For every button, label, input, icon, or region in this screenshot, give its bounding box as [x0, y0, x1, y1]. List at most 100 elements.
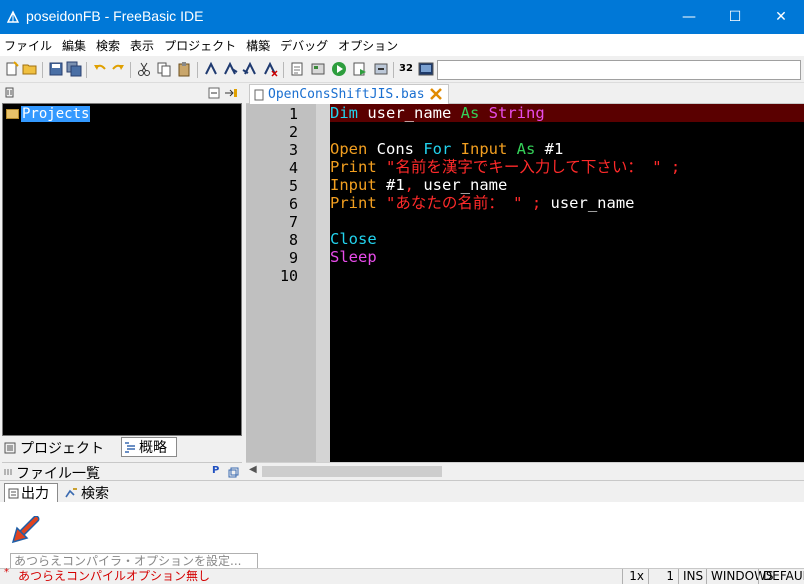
cut-icon[interactable]	[136, 61, 152, 77]
menu-options[interactable]: オプション	[338, 37, 398, 54]
line-number: 9	[288, 249, 298, 267]
menu-edit[interactable]: 編集	[62, 37, 86, 54]
editor-tab-filename: OpenConsShiftJIS.bas	[268, 87, 425, 102]
status-eol: WINDOWS	[706, 569, 774, 584]
editor-tab[interactable]: OpenConsShiftJIS.bas	[249, 84, 449, 104]
code-token: Sleep	[330, 248, 377, 266]
menu-view[interactable]: 表示	[130, 37, 154, 54]
scrollbar-thumb[interactable]	[262, 466, 442, 477]
console-icon[interactable]	[418, 61, 434, 77]
line-number: 6	[288, 195, 298, 213]
compiler-option-input[interactable]: あつらえコンパイラ・オプションを設定...	[10, 553, 258, 569]
line-number: 5	[288, 177, 298, 195]
tree-node-projects[interactable]: Projects	[6, 106, 91, 122]
pin-icon[interactable]	[4, 87, 15, 98]
new-file-icon[interactable]	[4, 61, 20, 77]
replace-icon[interactable]	[262, 61, 278, 77]
restore-icon[interactable]	[228, 467, 239, 478]
code-line[interactable]: Print "あなたの名前： " ; user_name	[330, 194, 635, 212]
line-number: 8	[288, 231, 298, 249]
code-token: As	[516, 140, 545, 158]
code-token: "あなたの名前： " ;	[386, 194, 551, 212]
find-icon[interactable]	[203, 61, 219, 77]
menu-project[interactable]: プロジェクト	[164, 37, 236, 54]
status-encoding: DEFAULT	[758, 569, 804, 584]
menu-debug[interactable]: デバッグ	[280, 37, 328, 54]
run-icon[interactable]	[331, 61, 347, 77]
menu-file[interactable]: ファイル	[4, 37, 52, 54]
copy-icon[interactable]	[156, 61, 172, 77]
code-token: Open	[330, 140, 377, 158]
files-p-label[interactable]: P	[212, 465, 219, 476]
status-zoom: 1x	[622, 569, 648, 584]
build-run-icon[interactable]	[352, 61, 368, 77]
find-previous-icon[interactable]	[242, 61, 258, 77]
code-line[interactable]: Open Cons For Input As #1	[330, 140, 563, 158]
project-icon	[4, 442, 16, 453]
open-folder-icon[interactable]	[22, 61, 38, 77]
undo-icon[interactable]	[92, 61, 108, 77]
tab-output-label: 出力	[21, 486, 49, 502]
line-number: 3	[288, 141, 298, 159]
code-token: As	[460, 104, 489, 122]
code-token: Dim	[330, 104, 368, 122]
tab-search-label: 検索	[81, 485, 109, 502]
pin-icon[interactable]	[3, 467, 13, 477]
rebuild-icon[interactable]	[373, 61, 389, 77]
code-token: user_name	[423, 176, 508, 194]
code-token: #1	[386, 176, 405, 194]
search-icon	[65, 487, 77, 497]
tab-search[interactable]: 検索	[64, 483, 109, 502]
file-icon	[254, 89, 264, 100]
outline-icon	[125, 442, 135, 453]
menu-search[interactable]: 検索	[96, 37, 120, 54]
redo-icon[interactable]	[110, 61, 126, 77]
minimize-button[interactable]: —	[666, 0, 712, 34]
menu-build[interactable]: 構築	[246, 37, 270, 54]
line-number: 4	[288, 159, 298, 177]
code-token: "名前を漢字でキー入力して下さい： " ;	[386, 158, 681, 176]
find-next-icon[interactable]	[222, 61, 238, 77]
code-line[interactable]: Close	[330, 230, 377, 248]
horizontal-scrollbar[interactable]: ◀	[246, 462, 804, 479]
file-list-header: ファイル一覧 P	[2, 462, 242, 482]
close-button[interactable]: ✕	[758, 0, 804, 34]
folder-icon	[6, 109, 19, 119]
paste-icon[interactable]	[176, 61, 192, 77]
sync-icon[interactable]	[224, 87, 238, 99]
toolbar-combo[interactable]	[437, 60, 801, 80]
code-token: For	[423, 140, 461, 158]
build-icon[interactable]	[310, 61, 326, 77]
fold-margin[interactable]	[316, 104, 330, 462]
status-mode: INS	[678, 569, 706, 584]
code-line[interactable]: Sleep	[330, 248, 377, 266]
code-editor[interactable]: Dim user_name As String Open Cons For In…	[330, 104, 804, 462]
line-number: 10	[279, 267, 298, 285]
bits-label[interactable]: 32	[399, 63, 413, 74]
tab-outline[interactable]: 概略	[121, 437, 177, 457]
project-tree[interactable]: Projects	[2, 103, 242, 436]
code-line[interactable]: Dim user_name As String	[330, 104, 804, 122]
tab-project[interactable]: プロジェクト	[4, 437, 120, 458]
close-tab-icon[interactable]	[429, 87, 443, 101]
code-token: #1	[544, 140, 564, 158]
save-all-icon[interactable]	[66, 61, 82, 77]
project-panel-header	[2, 84, 242, 103]
title-bar: poseidonFB - FreeBasic IDE — ☐ ✕	[0, 0, 804, 34]
collapse-icon[interactable]	[208, 87, 220, 99]
scroll-left-icon[interactable]: ◀	[249, 464, 257, 475]
tree-node-label: Projects	[21, 106, 91, 122]
code-token: Print	[330, 194, 386, 212]
code-token: user_name	[367, 104, 461, 122]
compile-icon[interactable]	[289, 61, 305, 77]
save-icon[interactable]	[48, 61, 64, 77]
maximize-button[interactable]: ☐	[712, 0, 758, 34]
tab-project-label: プロジェクト	[20, 440, 104, 457]
menu-bar: ファイル 編集 検索 表示 プロジェクト 構築 デバッグ オプション	[0, 34, 804, 56]
tab-output[interactable]: 出力	[4, 483, 58, 502]
code-token: user_name	[550, 194, 635, 212]
code-line[interactable]: Print "名前を漢字でキー入力して下さい： " ;	[330, 158, 680, 176]
code-line[interactable]: Input #1, user_name	[330, 176, 507, 194]
code-token: ,	[404, 176, 424, 194]
line-number: 2	[288, 123, 298, 141]
